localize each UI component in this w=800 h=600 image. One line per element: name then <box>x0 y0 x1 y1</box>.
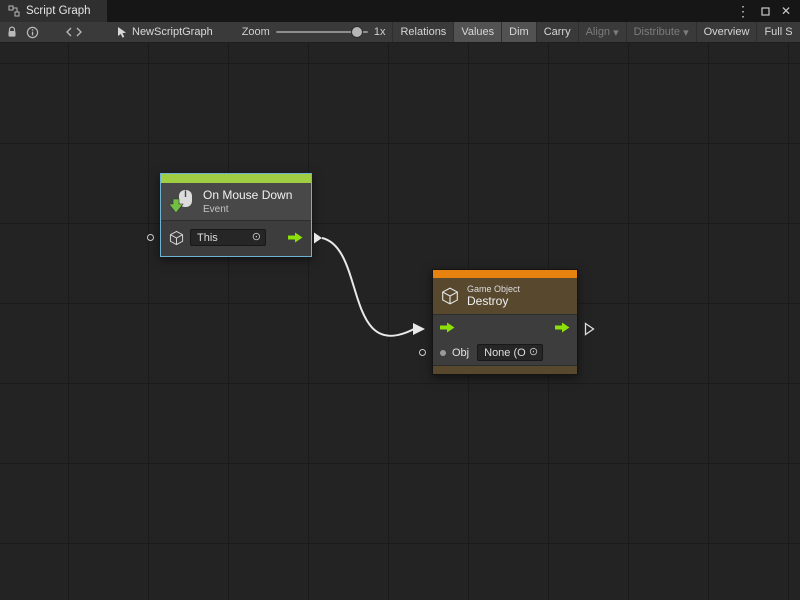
toolbar-buttons: Relations Values Dim Carry Align ▾ Distr… <box>392 22 799 42</box>
destroy-node-footer <box>433 365 577 374</box>
flow-continuation-icon <box>584 322 595 336</box>
obj-port-dot <box>440 350 446 356</box>
event-node-header: On Mouse Down Event <box>161 183 311 220</box>
script-graph-icon <box>8 5 20 17</box>
carry-button[interactable]: Carry <box>536 22 578 42</box>
values-button[interactable]: Values <box>453 22 501 42</box>
graph-selector[interactable]: NewScriptGraph <box>117 26 213 38</box>
lock-icon[interactable] <box>7 26 17 38</box>
cube-icon <box>441 286 459 306</box>
mouse-down-icon <box>169 189 195 215</box>
distribute-button[interactable]: Distribute ▾ <box>626 22 696 42</box>
graph-toolbar: NewScriptGraph Zoom 1x Relations Values … <box>0 22 800 43</box>
tab-script-graph[interactable]: Script Graph <box>0 0 107 22</box>
menu-icon[interactable]: ⋮ <box>736 4 750 18</box>
node-subtitle: Event <box>203 204 292 215</box>
object-picker-icon[interactable]: ⊙ <box>252 232 261 243</box>
fullscreen-button[interactable]: Full S <box>756 22 799 42</box>
node-category: Game Object <box>467 284 520 294</box>
destroy-accent-bar <box>433 270 577 278</box>
event-accent-bar <box>161 174 311 183</box>
zoom-slider[interactable] <box>276 26 368 38</box>
event-node-body: This ⊙ <box>161 220 311 256</box>
relations-button[interactable]: Relations <box>392 22 453 42</box>
close-icon[interactable]: ✕ <box>781 5 791 17</box>
node-title: Destroy <box>467 294 520 308</box>
window-controls: ⋮ ✕ <box>736 0 800 22</box>
flow-output-port[interactable] <box>288 232 303 243</box>
tab-title: Script Graph <box>26 5 91 17</box>
obj-input-port[interactable] <box>419 349 426 356</box>
node-title: On Mouse Down <box>203 188 292 202</box>
distribute-label: Distribute <box>634 26 680 38</box>
obj-dropdown[interactable]: None (O ⊙ <box>477 344 543 361</box>
obj-port-row: Obj None (O ⊙ <box>433 340 577 365</box>
flow-output-port[interactable] <box>555 322 570 333</box>
graph-canvas[interactable]: On Mouse Down Event This ⊙ <box>0 43 800 600</box>
target-dropdown[interactable]: This ⊙ <box>190 229 266 246</box>
obj-value: None (O <box>484 347 526 359</box>
cursor-icon <box>117 26 127 38</box>
destroy-node-header: Game Object Destroy <box>433 278 577 314</box>
chevron-down-icon: ▾ <box>613 26 619 39</box>
graph-name: NewScriptGraph <box>132 26 213 38</box>
maximize-icon[interactable] <box>761 7 770 16</box>
connection-wire <box>0 43 800 600</box>
zoom-slider-handle[interactable] <box>352 27 362 37</box>
chevron-down-icon: ▾ <box>683 26 689 39</box>
code-icon[interactable] <box>66 27 82 37</box>
zoom-value: 1x <box>374 26 386 38</box>
info-icon[interactable] <box>26 26 39 39</box>
align-label: Align <box>586 26 610 38</box>
zoom-label: Zoom <box>242 26 270 38</box>
flow-input-port[interactable] <box>440 322 455 333</box>
destroy-node-body: Obj None (O ⊙ <box>433 314 577 365</box>
obj-port-label: Obj <box>452 347 469 359</box>
game-object-cube-icon <box>169 230 184 246</box>
event-target-port[interactable] <box>147 234 154 241</box>
dim-button[interactable]: Dim <box>501 22 536 42</box>
flow-port-row <box>433 315 577 340</box>
overview-button[interactable]: Overview <box>696 22 757 42</box>
align-button[interactable]: Align ▾ <box>578 22 626 42</box>
destroy-node[interactable]: Game Object Destroy Obj No <box>432 269 578 375</box>
tab-bar: Script Graph ⋮ ✕ <box>0 0 800 22</box>
on-mouse-down-node[interactable]: On Mouse Down Event This ⊙ <box>160 173 312 257</box>
script-graph-window: Script Graph ⋮ ✕ <box>0 0 800 600</box>
object-picker-icon[interactable]: ⊙ <box>529 347 538 358</box>
target-value: This <box>197 232 218 244</box>
